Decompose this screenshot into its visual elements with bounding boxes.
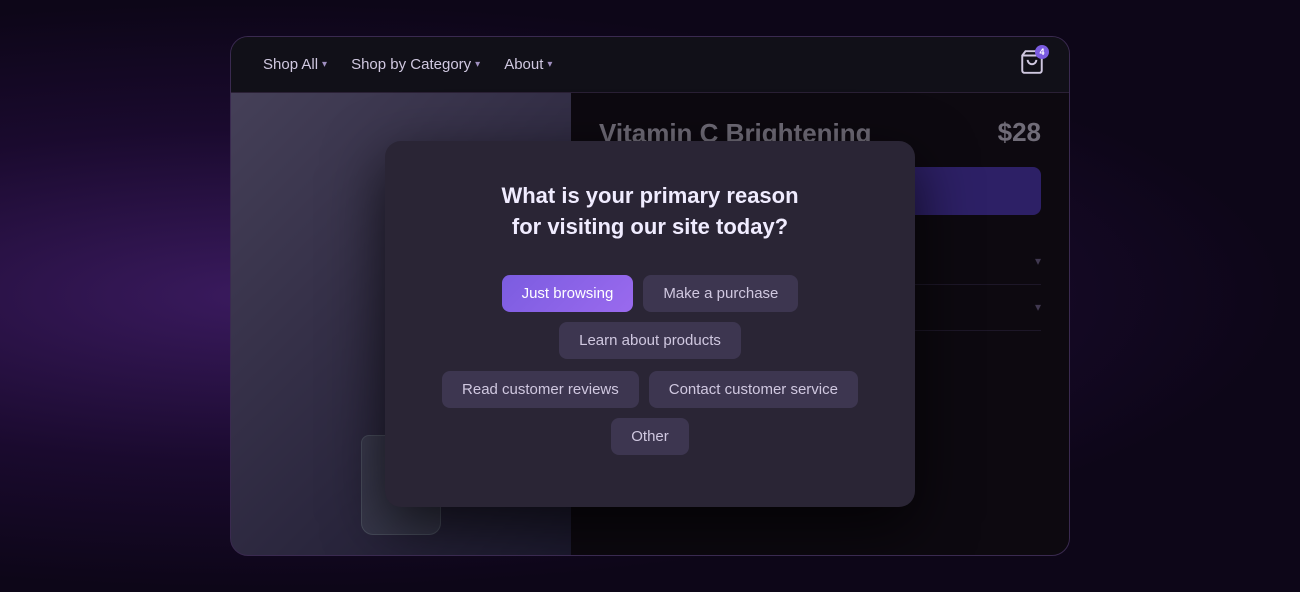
cart-badge: 4 bbox=[1035, 45, 1049, 59]
nav-about[interactable]: About ▾ bbox=[496, 52, 560, 77]
options-row-2: Read customer reviews Contact customer s… bbox=[429, 371, 871, 455]
browser-frame: Shop All ▾ Shop by Category ▾ About ▾ 4 bbox=[230, 36, 1070, 556]
nav-shop-all[interactable]: Shop All ▾ bbox=[255, 52, 335, 77]
option-make-purchase[interactable]: Make a purchase bbox=[643, 275, 798, 312]
option-contact-service[interactable]: Contact customer service bbox=[649, 371, 858, 408]
navbar: Shop All ▾ Shop by Category ▾ About ▾ 4 bbox=[231, 37, 1069, 93]
modal-overlay: What is your primary reasonfor visiting … bbox=[231, 93, 1069, 555]
nav-shop-all-label: Shop All bbox=[263, 56, 318, 73]
nav-shop-category-chevron: ▾ bbox=[475, 59, 480, 70]
modal-title: What is your primary reasonfor visiting … bbox=[429, 181, 871, 243]
nav-shop-all-chevron: ▾ bbox=[322, 59, 327, 70]
nav-shop-category[interactable]: Shop by Category ▾ bbox=[343, 52, 488, 77]
option-read-reviews[interactable]: Read customer reviews bbox=[442, 371, 639, 408]
survey-modal: What is your primary reasonfor visiting … bbox=[385, 141, 915, 507]
page-content: Vitamin C Brightening $28 Benefits ▾ Ins… bbox=[231, 93, 1069, 555]
option-other[interactable]: Other bbox=[611, 418, 689, 455]
nav-about-label: About bbox=[504, 56, 543, 73]
cart-button[interactable]: 4 bbox=[1019, 49, 1045, 80]
option-just-browsing[interactable]: Just browsing bbox=[502, 275, 634, 312]
nav-links: Shop All ▾ Shop by Category ▾ About ▾ bbox=[255, 52, 560, 77]
option-learn-products[interactable]: Learn about products bbox=[559, 322, 741, 359]
nav-about-chevron: ▾ bbox=[547, 59, 552, 70]
nav-shop-category-label: Shop by Category bbox=[351, 56, 471, 73]
options-row-1: Just browsing Make a purchase Learn abou… bbox=[429, 275, 871, 359]
